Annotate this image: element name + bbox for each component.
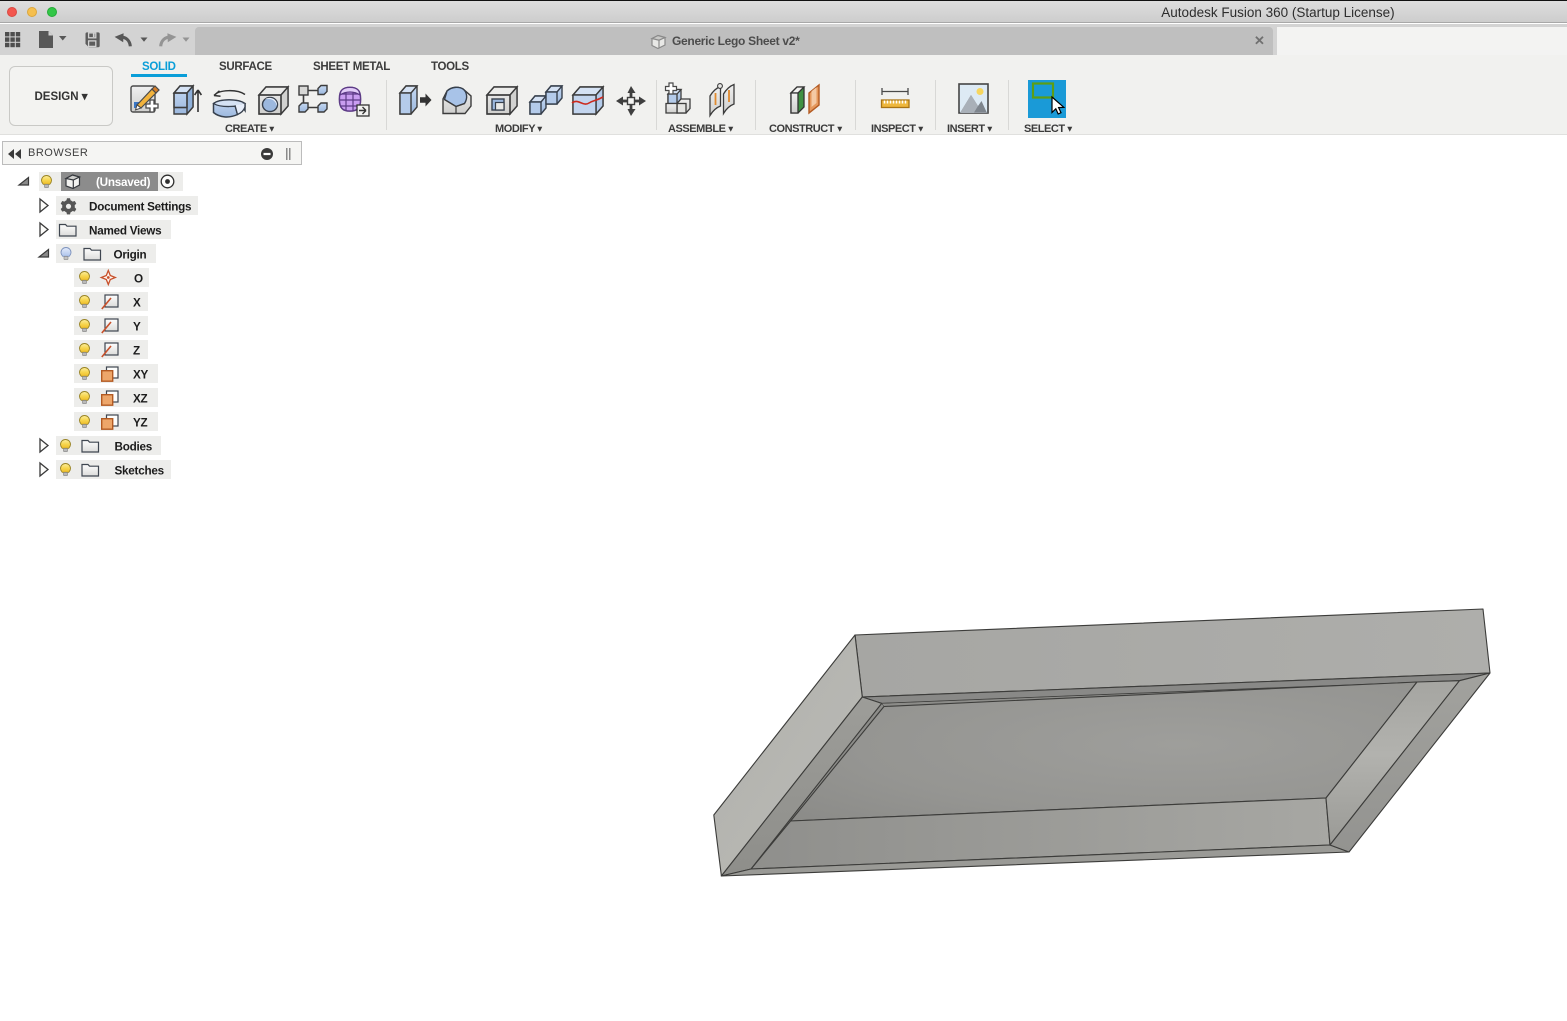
svg-text:X: X xyxy=(133,297,141,310)
svg-text:Origin: Origin xyxy=(114,249,147,262)
svg-text:Document Settings: Document Settings xyxy=(89,201,192,214)
svg-text:Named Views: Named Views xyxy=(89,225,162,238)
svg-text:YZ: YZ xyxy=(133,417,148,430)
svg-text:Y: Y xyxy=(133,321,141,334)
svg-text:XY: XY xyxy=(133,369,149,382)
svg-text:O: O xyxy=(134,273,143,286)
svg-text:(Unsaved): (Unsaved) xyxy=(96,176,151,189)
svg-text:Z: Z xyxy=(133,345,140,358)
svg-text:Bodies: Bodies xyxy=(115,441,153,454)
svg-text:XZ: XZ xyxy=(133,393,148,406)
svg-text:Sketches: Sketches xyxy=(115,465,165,478)
